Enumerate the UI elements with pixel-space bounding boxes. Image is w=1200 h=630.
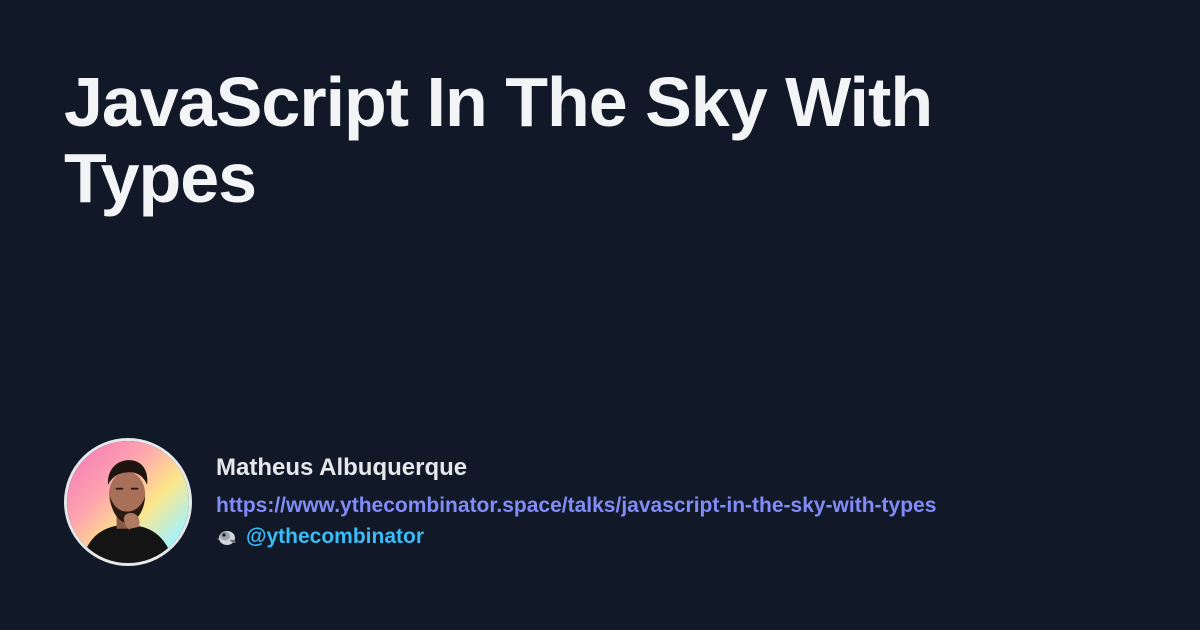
author-handle-row: @ythecombinator — [216, 523, 936, 551]
author-card: Matheus Albuquerque https://www.ythecomb… — [64, 438, 936, 566]
talk-url-link[interactable]: https://www.ythecombinator.space/talks/j… — [216, 491, 936, 521]
bird-emoji-icon — [216, 526, 238, 548]
author-name: Matheus Albuquerque — [216, 454, 468, 481]
avatar-image — [67, 441, 189, 563]
avatar — [64, 438, 192, 566]
twitter-handle-link[interactable]: @ythecombinator — [246, 523, 424, 551]
author-info: Matheus Albuquerque https://www.ythecomb… — [216, 453, 936, 551]
page-title: JavaScript In The Sky With Types — [64, 63, 933, 217]
